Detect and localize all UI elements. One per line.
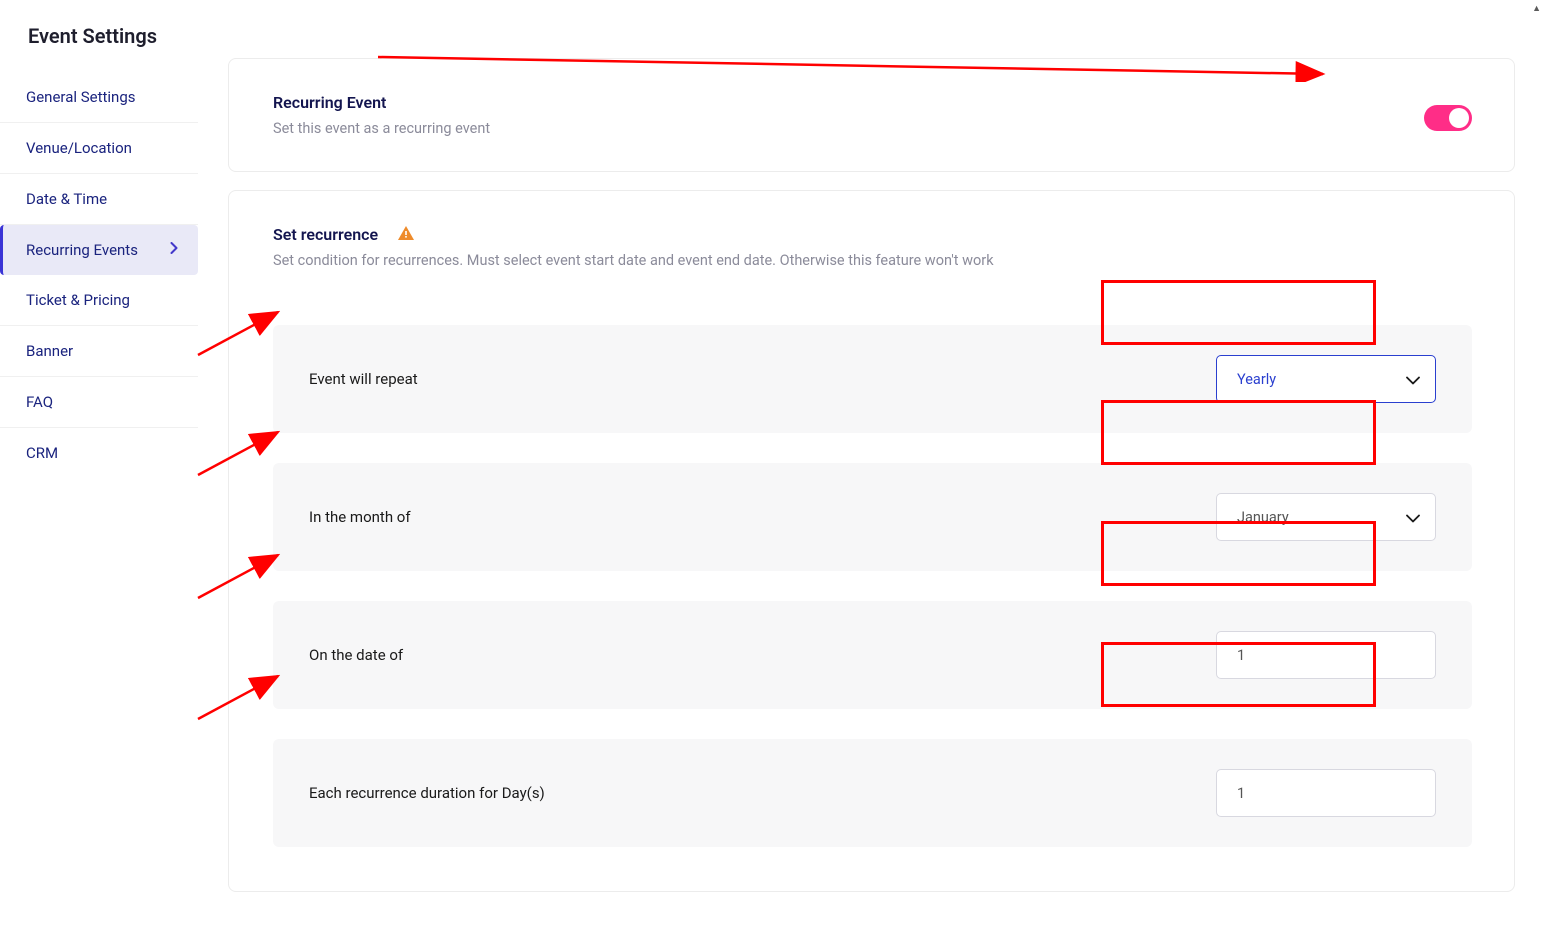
- set-recurrence-title: Set recurrence: [273, 225, 378, 244]
- scroll-up-icon[interactable]: ▲: [1532, 3, 1541, 14]
- sidebar-item-label: CRM: [26, 444, 58, 462]
- sidebar-item-banner[interactable]: Banner: [0, 326, 198, 377]
- sidebar-item-label: FAQ: [26, 393, 53, 411]
- sidebar-item-label: Ticket & Pricing: [26, 291, 130, 309]
- sidebar-item-venue-location[interactable]: Venue/Location: [0, 123, 198, 174]
- sidebar-item-ticket-pricing[interactable]: Ticket & Pricing: [0, 275, 198, 326]
- duration-input[interactable]: [1216, 769, 1436, 817]
- row-label: Event will repeat: [309, 370, 418, 388]
- page-title: Event Settings: [0, 14, 198, 72]
- sidebar-item-crm[interactable]: CRM: [0, 428, 198, 478]
- row-label: In the month of: [309, 508, 411, 526]
- recurring-subtitle: Set this event as a recurring event: [273, 120, 490, 137]
- row-label: On the date of: [309, 646, 403, 664]
- row-label: Each recurrence duration for Day(s): [309, 784, 545, 802]
- sidebar-item-label: Recurring Events: [26, 241, 138, 259]
- row-event-will-repeat: Event will repeat: [273, 325, 1472, 433]
- recurring-event-card: Recurring Event Set this event as a recu…: [228, 58, 1515, 172]
- recurring-title: Recurring Event: [273, 93, 490, 112]
- toggle-knob: [1449, 108, 1469, 128]
- row-duration: Each recurrence duration for Day(s): [273, 739, 1472, 847]
- row-month-of: In the month of: [273, 463, 1472, 571]
- date-input[interactable]: [1216, 631, 1436, 679]
- month-select-wrap: [1216, 493, 1436, 541]
- repeat-select-wrap: [1216, 355, 1436, 403]
- main-content: Recurring Event Set this event as a recu…: [198, 0, 1545, 940]
- sidebar-item-general-settings[interactable]: General Settings: [0, 72, 198, 123]
- sidebar-item-faq[interactable]: FAQ: [0, 377, 198, 428]
- repeat-select[interactable]: [1216, 355, 1436, 403]
- row-date-of: On the date of: [273, 601, 1472, 709]
- month-select[interactable]: [1216, 493, 1436, 541]
- recurring-toggle[interactable]: [1424, 105, 1472, 131]
- sidebar-item-label: Venue/Location: [26, 139, 132, 157]
- warning-icon: [398, 225, 414, 244]
- chevron-right-icon: [170, 242, 178, 258]
- set-recurrence-card: Set recurrence Set condition for recurre…: [228, 190, 1515, 892]
- sidebar-item-date-time[interactable]: Date & Time: [0, 174, 198, 225]
- sidebar-item-label: Date & Time: [26, 190, 107, 208]
- sidebar-item-label: General Settings: [26, 88, 136, 106]
- sidebar-item-recurring-events[interactable]: Recurring Events: [0, 225, 198, 275]
- sidebar-item-label: Banner: [26, 342, 73, 360]
- set-recurrence-subtitle: Set condition for recurrences. Must sele…: [273, 252, 1472, 269]
- sidebar: Event Settings General Settings Venue/Lo…: [0, 0, 198, 940]
